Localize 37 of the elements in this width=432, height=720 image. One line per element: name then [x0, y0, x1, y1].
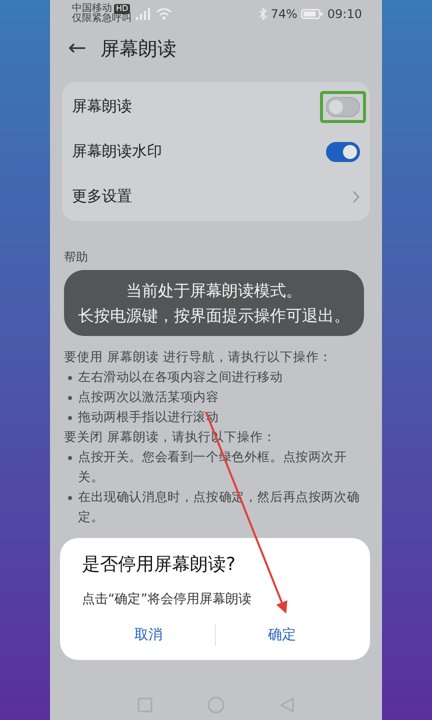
dialog-button[interactable]: 取消: [82, 620, 214, 650]
home-nav-icon: [207, 696, 225, 714]
toast-text: 当前处于屏幕朗读模式。: [125, 280, 303, 302]
network-badge: HD: [114, 4, 130, 14]
clock-time: 09:10: [327, 7, 362, 21]
dialog-message: 点击“确定”将会停用屏幕朗读: [82, 591, 252, 608]
help-text: 要使用 屏幕朗读 进行导航，请执行以下操作：: [64, 348, 333, 366]
bullet-icon: [68, 376, 72, 380]
help-text: 点按两次以激活某项内容: [78, 388, 219, 406]
battery-icon: [301, 8, 324, 20]
settings-row[interactable]: 屏幕朗读水印: [62, 129, 370, 174]
setting-label: 更多设置: [72, 187, 132, 206]
dialog-title: 是否停用屏幕朗读?: [82, 553, 237, 576]
signal-icon: [136, 8, 152, 20]
setting-label: 屏幕朗读: [72, 97, 132, 116]
wifi-icon: [156, 8, 172, 20]
toggle-switch[interactable]: [326, 142, 360, 162]
settings-row[interactable]: 更多设置: [62, 174, 370, 219]
dialog-button[interactable]: 确定: [216, 620, 348, 650]
help-text: 左右滑动以在各项内容之间进行移动: [78, 368, 283, 386]
bullet-icon: [68, 496, 72, 500]
bullet-icon: [68, 456, 72, 460]
bullet-icon: [68, 396, 72, 400]
battery-percent: 74%: [270, 7, 298, 21]
setting-label: 屏幕朗读水印: [72, 142, 162, 161]
carrier-name: 中国移动: [72, 4, 112, 14]
page-title: 屏幕朗读: [100, 37, 176, 62]
bluetooth-icon: [258, 8, 267, 20]
toast-text: 长按电源键，按界面提示操作可退出。: [77, 305, 351, 327]
chevron-icon: [352, 190, 360, 204]
toggle-switch[interactable]: [326, 96, 360, 116]
back-nav-icon: [279, 697, 295, 713]
bullet-icon: [68, 416, 72, 420]
settings-row[interactable]: 屏幕朗读: [62, 84, 370, 129]
square-nav-icon: [137, 697, 153, 713]
help-heading: 帮助: [64, 249, 89, 266]
back-button[interactable]: ←: [68, 37, 86, 61]
